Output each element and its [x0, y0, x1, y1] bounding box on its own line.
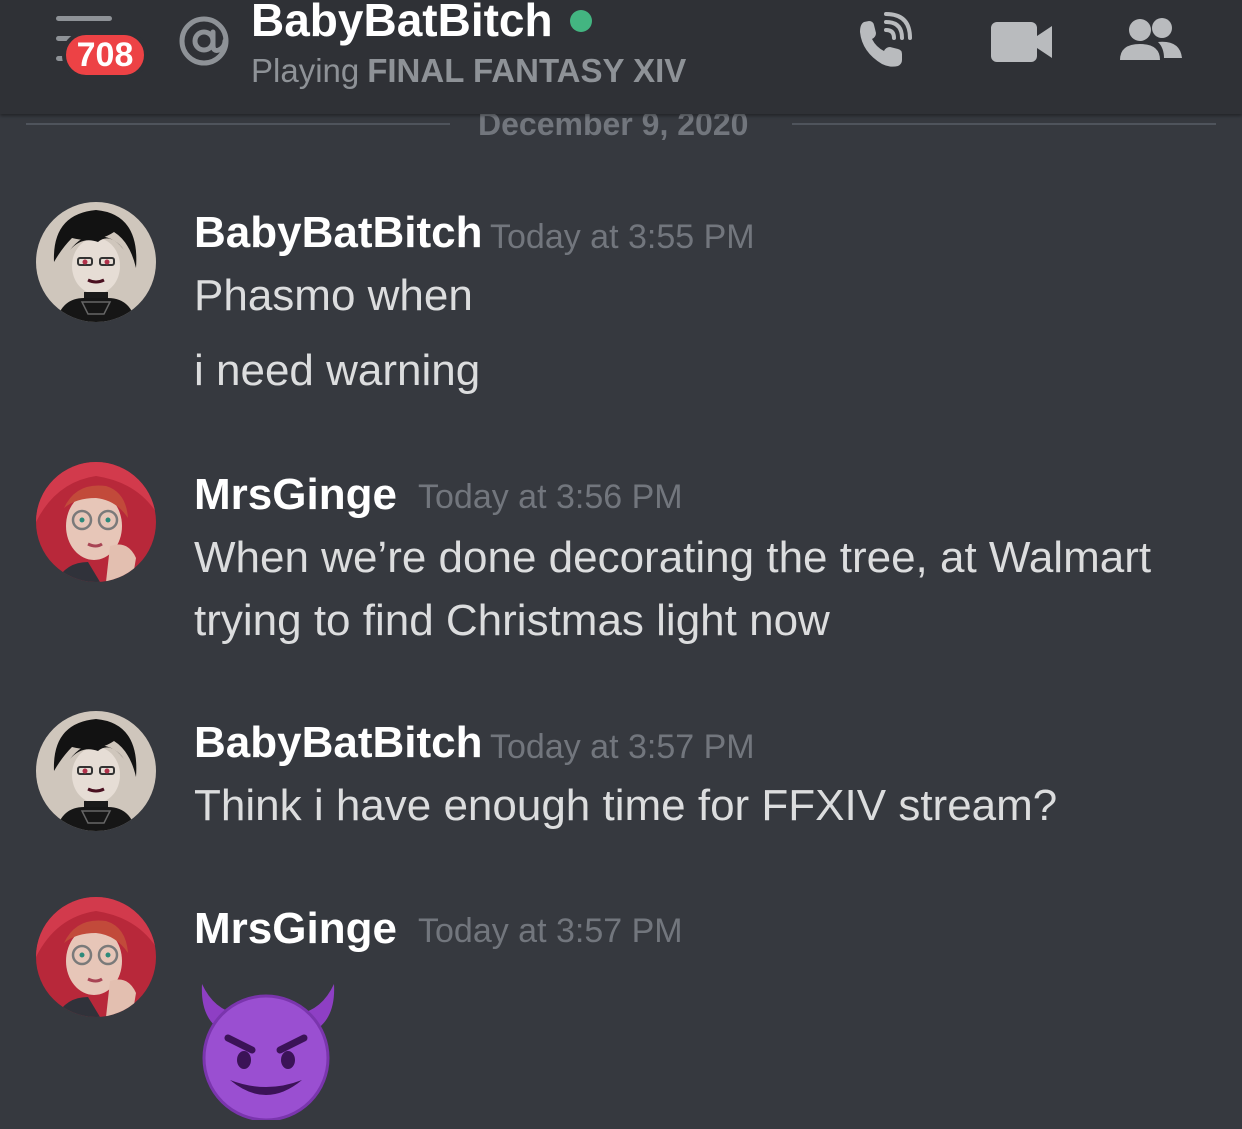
video-call-icon[interactable]: [986, 12, 1058, 72]
avatar[interactable]: [36, 711, 156, 831]
message-author[interactable]: MrsGinge: [194, 468, 397, 522]
channel-header: 708 BabyBatBitch Playing FINAL FANTASY XI…: [0, 0, 1242, 114]
voice-call-icon[interactable]: [852, 12, 924, 72]
message-text: Think i have enough time for FFXIV strea…: [194, 781, 1058, 830]
avatar[interactable]: [36, 462, 156, 582]
activity-game: FINAL FANTASY XIV: [367, 52, 687, 89]
message-author[interactable]: BabyBatBitch: [194, 206, 483, 260]
message-timestamp: Today at 3:57 PM: [490, 728, 755, 766]
at-mention-icon: [179, 16, 229, 66]
activity-prefix: Playing: [251, 52, 360, 89]
avatar[interactable]: [36, 897, 156, 1017]
activity-status: Playing FINAL FANTASY XIV: [251, 50, 686, 92]
members-icon[interactable]: [1114, 12, 1186, 72]
message-timestamp: Today at 3:55 PM: [490, 218, 755, 256]
message-author[interactable]: BabyBatBitch: [194, 716, 483, 770]
message-timestamp: Today at 3:57 PM: [418, 912, 683, 950]
message-author[interactable]: MrsGinge: [194, 902, 397, 956]
online-status-indicator: [570, 10, 592, 32]
message-text: When we’re done decorating the tree, at …: [194, 533, 1152, 582]
dm-username[interactable]: BabyBatBitch: [251, 0, 553, 50]
unread-badge: 708: [62, 31, 148, 79]
smiling-imp-emoji: [201, 984, 335, 1120]
message-text: i need warning: [194, 346, 481, 395]
message-text: trying to find Christmas light now: [194, 596, 830, 645]
avatar[interactable]: [36, 202, 156, 322]
message-text: Phasmo when: [194, 271, 473, 320]
message-timestamp: Today at 3:56 PM: [418, 478, 683, 516]
